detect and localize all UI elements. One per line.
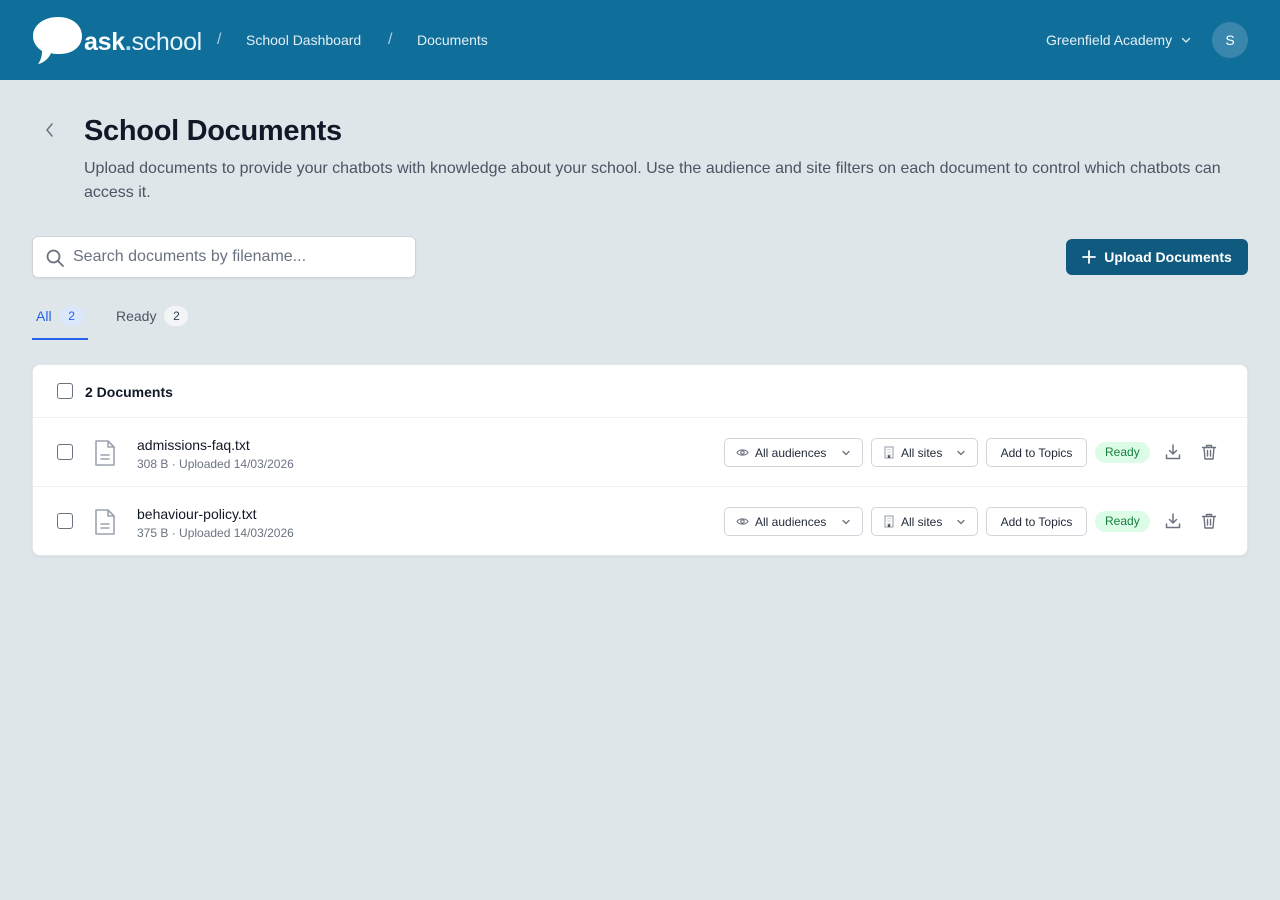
sites-dropdown[interactable]: All sites [871,438,978,467]
search-box [32,236,416,278]
table-header: 2 Documents [33,365,1247,418]
row-checkbox[interactable] [57,444,73,460]
documents-count-label: 2 Documents [85,384,173,400]
trash-icon[interactable] [1200,443,1218,461]
document-icon [95,509,115,535]
search-icon [46,249,64,267]
file-meta: 308 B · Uploaded 14/03/2026 [137,457,294,471]
breadcrumb-separator: / [217,31,222,48]
building-icon [883,515,895,528]
audience-dropdown[interactable]: All audiences [724,438,863,467]
table-row: behaviour-policy.txt 375 B · Uploaded 14… [33,487,1247,555]
ask-school-logo[interactable]: ask.school [32,16,202,66]
chevron-down-icon [1181,37,1191,43]
tab-count-badge: 2 [59,306,84,326]
chevron-left-icon [46,123,53,137]
file-name[interactable]: behaviour-policy.txt [137,505,257,523]
school-selector[interactable]: Greenfield Academy [1046,31,1192,49]
tab-all[interactable]: All 2 [32,306,88,340]
top-navigation-bar: ask.school / School Dashboard / Document… [0,0,1280,80]
breadcrumb-documents[interactable]: Documents [417,31,488,49]
select-all-checkbox[interactable] [57,383,73,399]
page-title: School Documents [84,115,342,147]
download-icon[interactable] [1164,443,1182,461]
table-row: admissions-faq.txt 308 B · Uploaded 14/0… [33,418,1247,487]
chevron-down-icon [842,450,850,456]
breadcrumb-school-dashboard[interactable]: School Dashboard [246,31,361,49]
upload-button-label: Upload Documents [1104,249,1232,265]
chevron-down-icon [842,519,850,525]
sites-dropdown[interactable]: All sites [871,507,978,536]
document-icon [95,440,115,466]
tab-ready[interactable]: Ready 2 [116,306,189,340]
logo-wordmark: ask.school [84,27,202,57]
speech-bubble-icon [33,17,82,64]
eye-icon [736,515,749,528]
file-meta: 375 B · Uploaded 14/03/2026 [137,526,294,540]
breadcrumb-separator: / [388,31,393,48]
audience-dropdown[interactable]: All audiences [724,507,863,536]
logo-word-ask: ask [84,28,125,56]
sites-value: All sites [901,514,943,529]
audience-value: All audiences [755,514,827,529]
plus-icon [1082,250,1097,264]
documents-table: 2 Documents admissions-faq.txt 308 B · U… [32,364,1248,556]
tab-label: Ready [116,308,157,324]
audience-value: All audiences [755,445,827,460]
file-name[interactable]: admissions-faq.txt [137,436,250,454]
building-icon [883,446,895,459]
row-checkbox[interactable] [57,513,73,529]
tab-count-badge: 2 [164,306,189,326]
upload-documents-button[interactable]: Upload Documents [1066,239,1248,275]
search-input[interactable] [73,237,409,277]
back-button[interactable] [40,120,60,140]
logo-word-school: school [131,28,202,56]
school-name: Greenfield Academy [1046,32,1173,48]
page-description: Upload documents to provide your chatbot… [84,160,1221,201]
status-badge: Ready [1095,442,1150,463]
user-avatar[interactable]: S [1212,22,1248,58]
tab-label: All [36,308,52,324]
sites-value: All sites [901,445,943,460]
chevron-down-icon [957,519,965,525]
download-icon[interactable] [1164,512,1182,530]
trash-icon[interactable] [1200,512,1218,530]
status-badge: Ready [1095,511,1150,532]
eye-icon [736,446,749,459]
add-to-topics-button[interactable]: Add to Topics [986,438,1087,467]
add-to-topics-button[interactable]: Add to Topics [986,507,1087,536]
chevron-down-icon [957,450,965,456]
